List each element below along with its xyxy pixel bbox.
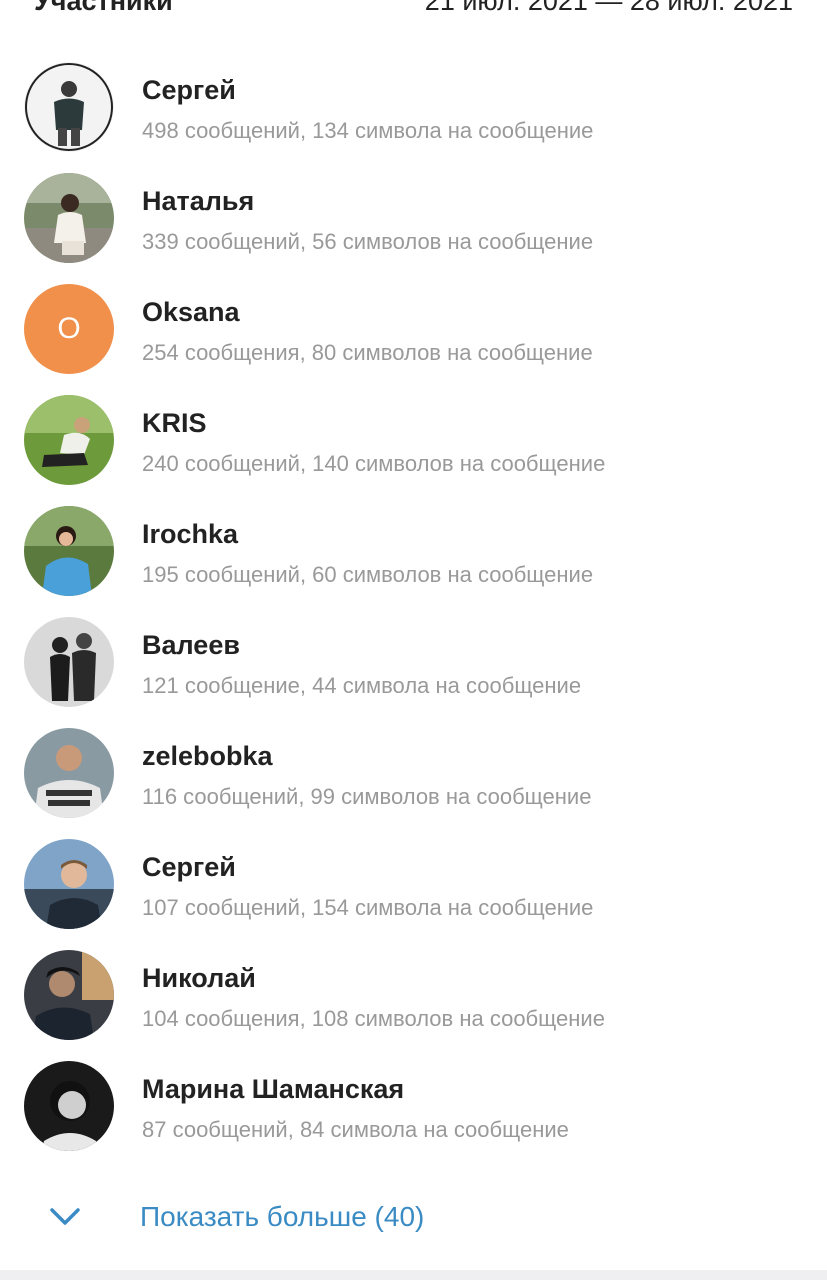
member-row[interactable]: Irochka 195 сообщений, 60 символов на со…	[0, 506, 827, 617]
member-stats: 87 сообщений, 84 символа на сообщение	[142, 1117, 569, 1142]
avatar	[24, 62, 114, 152]
member-stats: 195 сообщений, 60 символов на сообщение	[142, 562, 594, 587]
member-stats: 116 сообщений, 99 символов на сообщение	[142, 784, 592, 809]
member-stats: 498 сообщений, 134 символа на сообщение	[142, 118, 594, 143]
member-row[interactable]: Николай 104 сообщения, 108 символов на с…	[0, 950, 827, 1061]
avatar	[24, 395, 114, 485]
member-stats: 104 сообщения, 108 символов на сообщение	[142, 1006, 605, 1031]
avatar	[24, 173, 114, 263]
avatar: O	[24, 284, 114, 374]
member-name: Oksana	[142, 297, 240, 327]
chevron-down-icon	[50, 1208, 80, 1225]
member-name: zelebobka	[142, 741, 273, 771]
show-more-button[interactable]: Показать больше (40)	[0, 1194, 827, 1244]
member-row[interactable]: Сергей 107 сообщений, 154 символа на соо…	[0, 839, 827, 950]
member-name: Irochka	[142, 519, 239, 549]
member-stats: 339 сообщений, 56 символов на сообщение	[142, 229, 594, 254]
member-name: Валеев	[142, 630, 240, 660]
member-name: Наталья	[142, 186, 255, 216]
member-name: Николай	[142, 963, 256, 993]
member-stats: 107 сообщений, 154 символа на сообщение	[142, 895, 594, 920]
members-list: Сергей 498 сообщений, 134 символа на соо…	[0, 62, 827, 1172]
avatar	[24, 950, 114, 1040]
members-header: Участники 21 июл. 2021 — 28 июл. 2021	[0, 0, 827, 24]
avatar	[24, 728, 114, 818]
section-title: Участники	[34, 0, 173, 16]
date-range: 21 июл. 2021 — 28 июл. 2021	[424, 0, 793, 16]
member-stats: 240 сообщений, 140 символов на сообщение	[142, 451, 606, 476]
member-name: Сергей	[142, 75, 236, 105]
avatar	[24, 506, 114, 596]
avatar	[24, 617, 114, 707]
member-row[interactable]: Марина Шаманская 87 сообщений, 84 символ…	[0, 1061, 827, 1172]
member-row[interactable]: KRIS 240 сообщений, 140 символов на сооб…	[0, 395, 827, 506]
show-more-label: Показать больше (40)	[140, 1201, 425, 1232]
member-row[interactable]: Сергей 498 сообщений, 134 символа на соо…	[0, 62, 827, 173]
member-row[interactable]: Наталья 339 сообщений, 56 символов на со…	[0, 173, 827, 284]
bottom-divider	[0, 1270, 827, 1280]
member-stats: 254 сообщения, 80 символов на сообщение	[142, 340, 593, 365]
member-name: Сергей	[142, 852, 236, 882]
member-stats: 121 сообщение, 44 символа на сообщение	[142, 673, 582, 698]
avatar	[24, 839, 114, 929]
member-row[interactable]: zelebobka 116 сообщений, 99 символов на …	[0, 728, 827, 839]
avatar	[24, 1061, 114, 1151]
member-row[interactable]: O Oksana 254 сообщения, 80 символов на с…	[0, 284, 827, 395]
member-name: KRIS	[142, 408, 207, 438]
member-name: Марина Шаманская	[142, 1074, 405, 1104]
member-row[interactable]: Валеев 121 сообщение, 44 символа на сооб…	[0, 617, 827, 728]
